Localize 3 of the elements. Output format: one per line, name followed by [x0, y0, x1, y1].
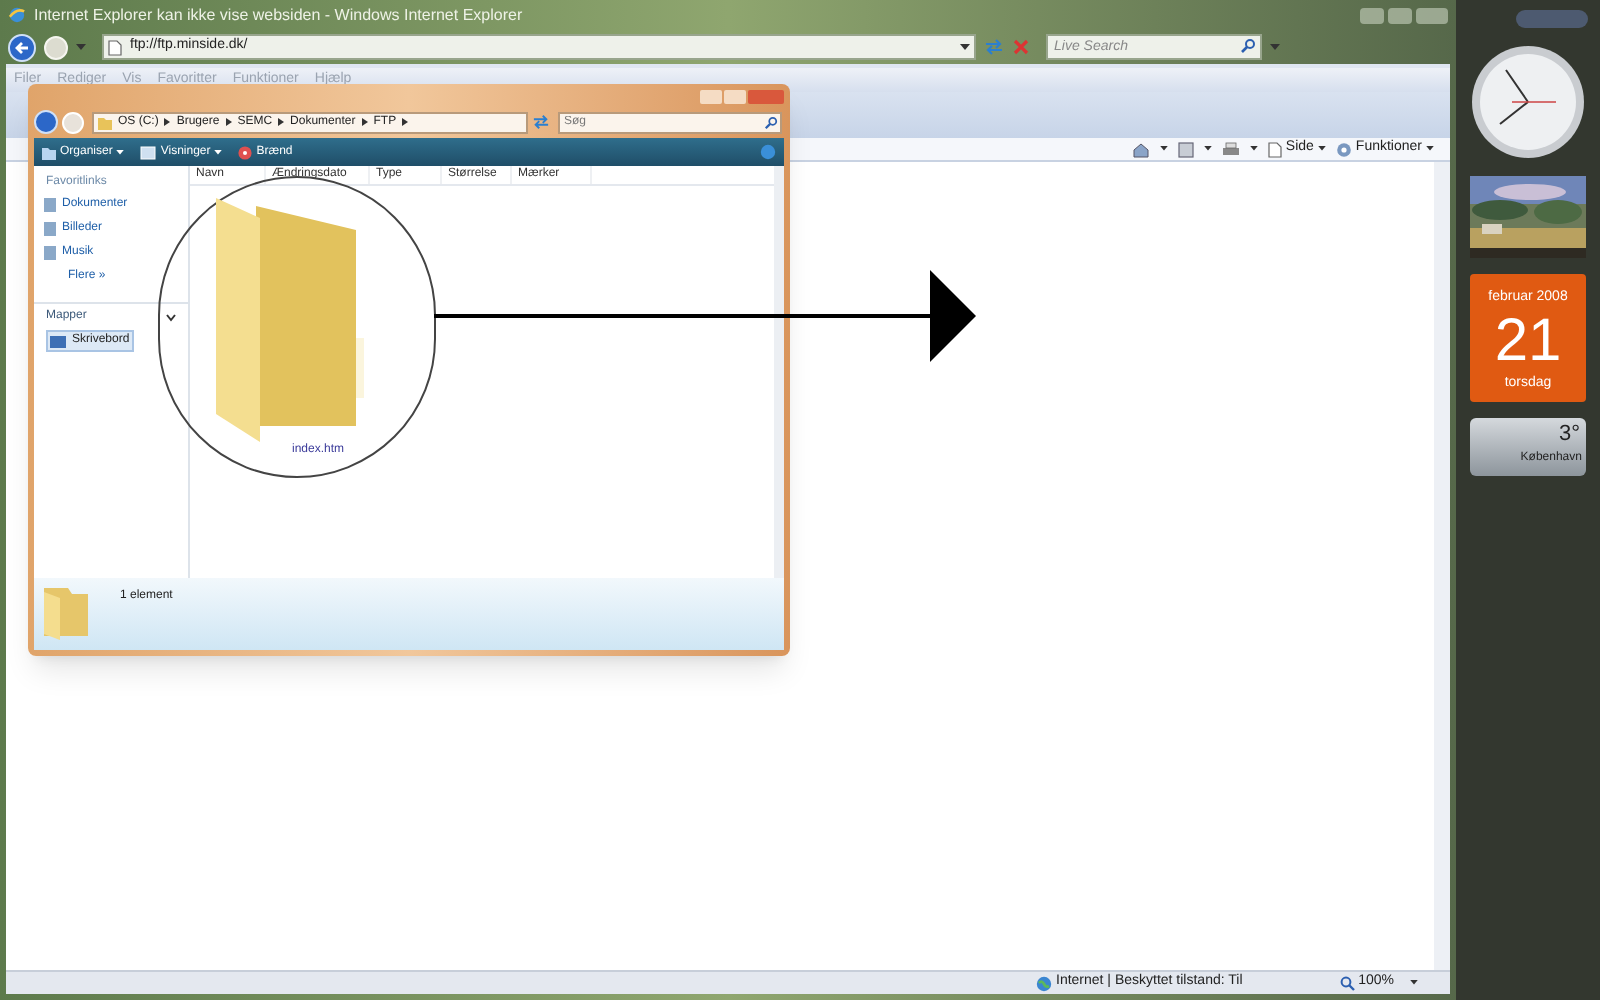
- window-title: Internet Explorer kan ikke vise websiden - Windows Internet Explorer: [34, 3, 523, 27]
- temperature: 3°: [1558, 420, 1580, 450]
- calendar-day: 21: [1494, 309, 1562, 373]
